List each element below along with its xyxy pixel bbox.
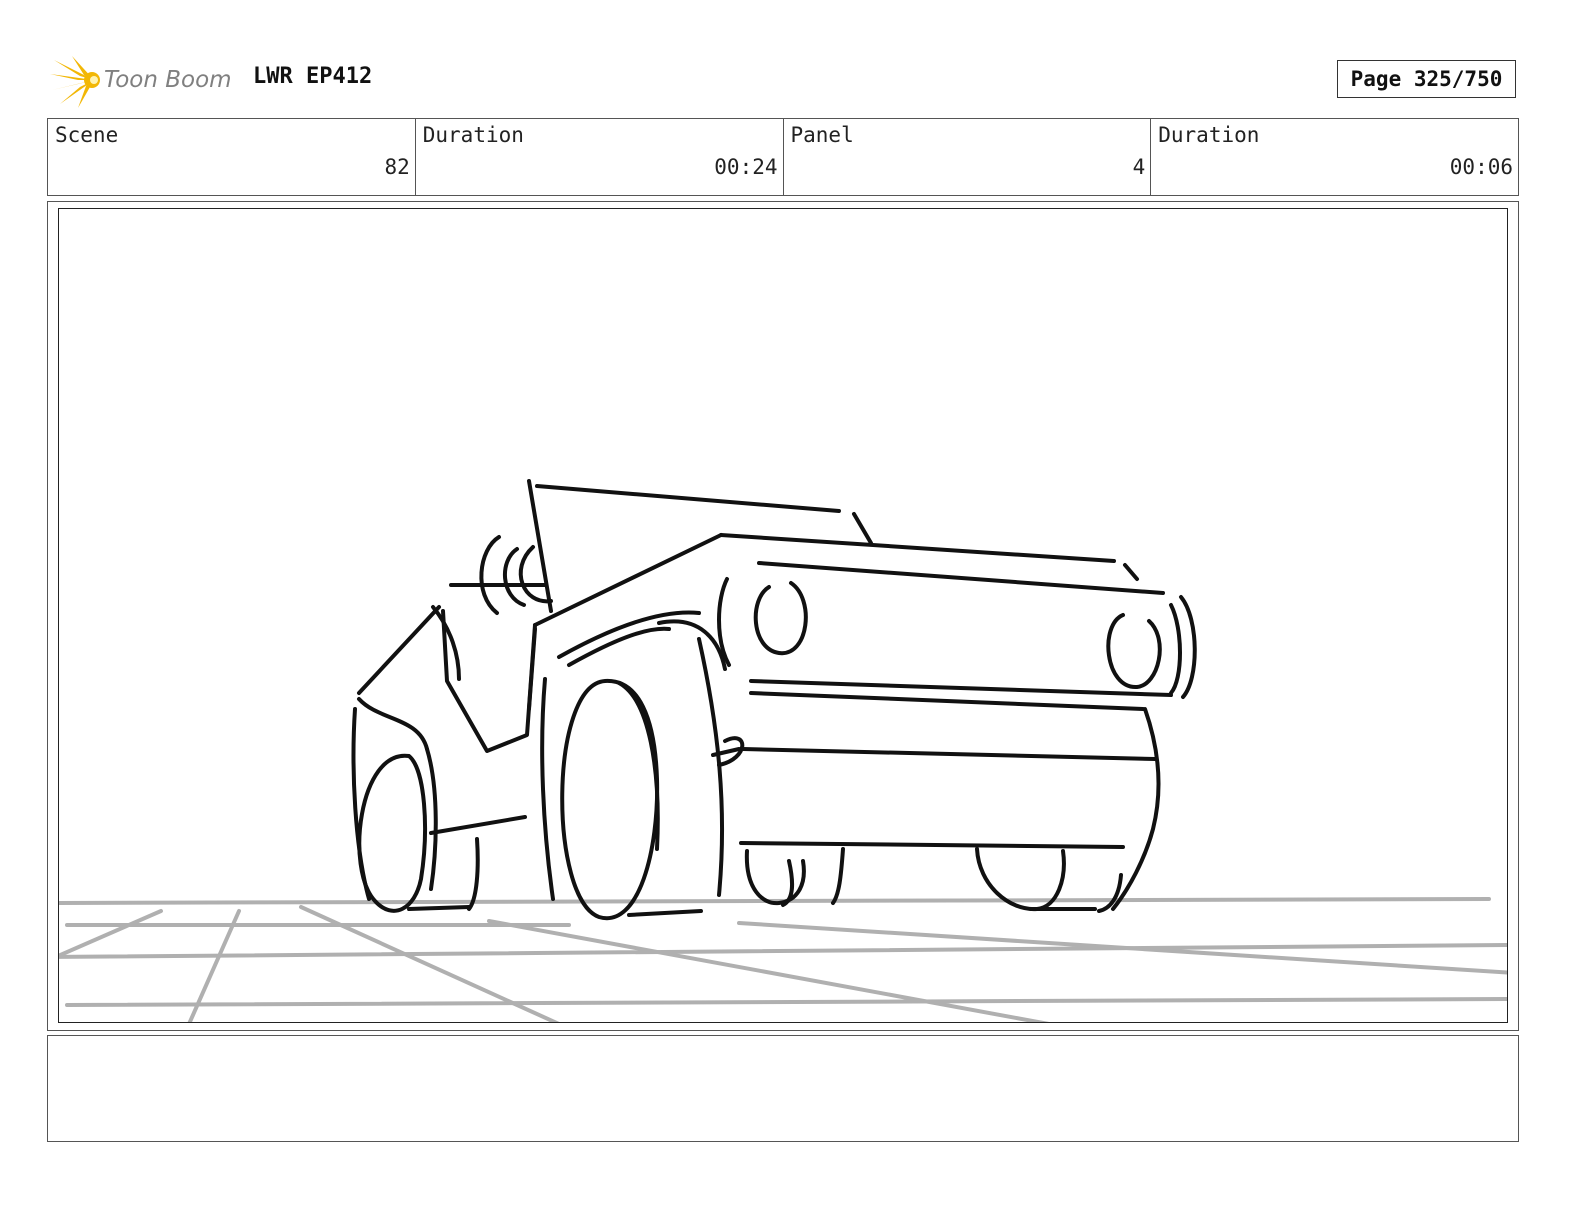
storyboard-drawing: [58, 208, 1508, 1023]
page-number: Page 325/750: [1337, 60, 1516, 98]
starburst-icon: [50, 56, 100, 108]
scene-duration-value: 00:24: [714, 155, 778, 179]
scene-label: Scene: [55, 123, 119, 147]
panel-duration-value: 00:06: [1449, 155, 1513, 179]
panel-value: 4: [1132, 155, 1146, 179]
panel-duration-cell: Duration 00:06: [1151, 119, 1518, 195]
logo-wordmark: Toon Boom: [104, 67, 232, 93]
car-sketch: [59, 479, 1507, 1022]
scene-cell: Scene 82: [48, 119, 416, 195]
panel-duration-label: Duration: [1158, 123, 1260, 147]
scene-value: 82: [384, 155, 410, 179]
project-title: LWR EP412: [253, 64, 373, 89]
scene-duration-cell: Duration 00:24: [416, 119, 784, 195]
ground-grid: [59, 897, 1507, 1022]
scene-duration-label: Duration: [422, 123, 524, 147]
notes-box: [47, 1035, 1519, 1142]
panel-cell: Panel 4: [784, 119, 1152, 195]
panel-label: Panel: [790, 123, 854, 147]
panel-info-row: Scene 82 Duration 00:24 Panel 4 Duration…: [47, 118, 1519, 196]
car-lines: [351, 479, 1197, 921]
toon-boom-logo: Toon Boom: [50, 54, 240, 110]
